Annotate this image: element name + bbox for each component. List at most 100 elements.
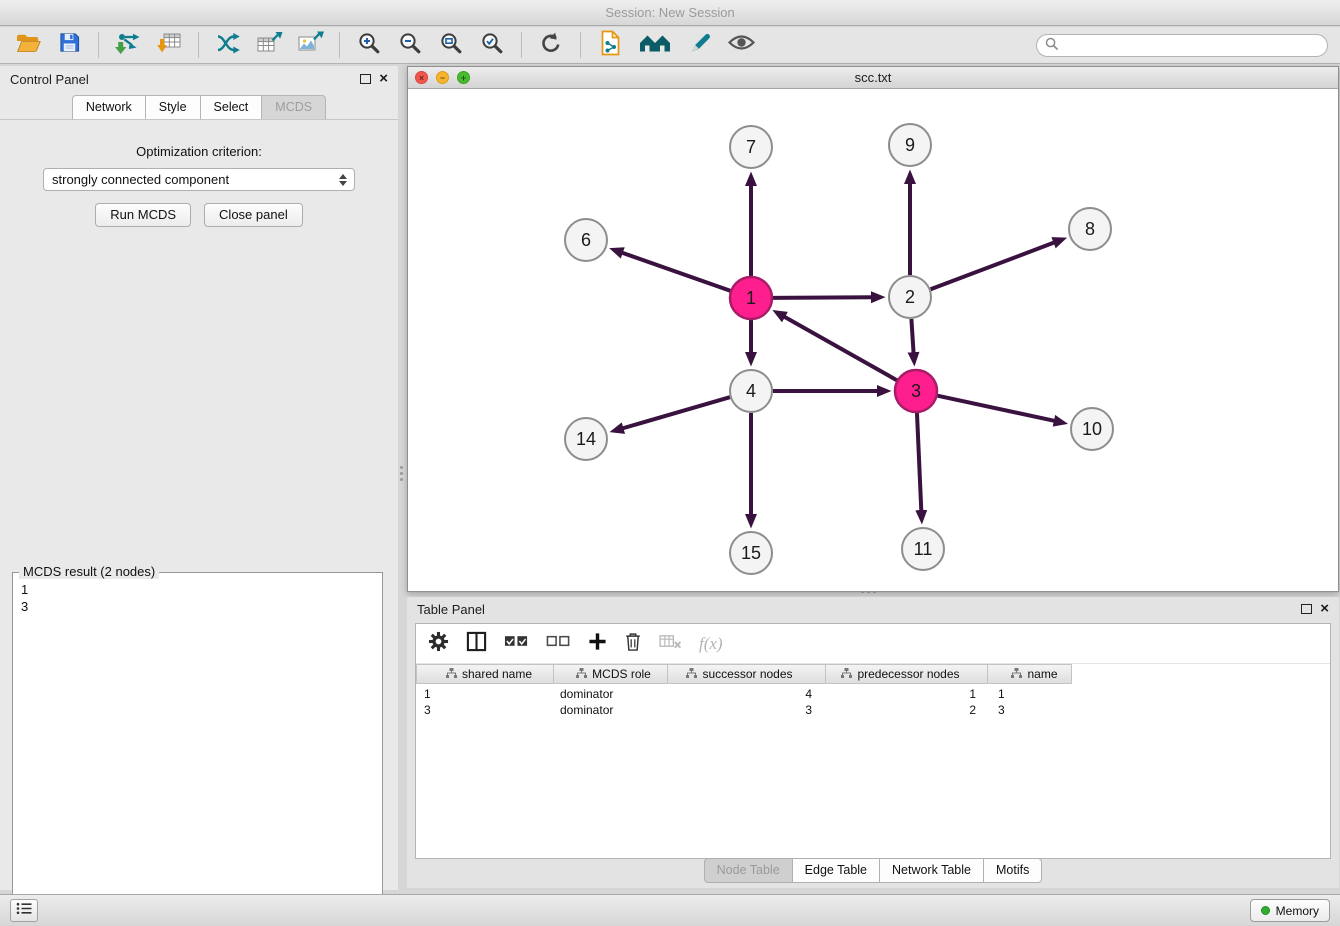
table-panel-title: Table Panel bbox=[417, 602, 1293, 617]
memory-button[interactable]: Memory bbox=[1250, 899, 1330, 922]
mcds-result-title: MCDS result (2 nodes) bbox=[19, 564, 159, 579]
tab-motifs[interactable]: Motifs bbox=[983, 858, 1042, 883]
column-header-predecessor-nodes[interactable]: predecessor nodes bbox=[826, 664, 988, 684]
table-row[interactable]: 3 dominator 3 2 3 bbox=[416, 703, 1330, 719]
cell-mcds-role: dominator bbox=[554, 687, 668, 703]
vertical-splitter-handle[interactable] bbox=[399, 460, 404, 486]
cell-predecessor-nodes: 2 bbox=[826, 703, 988, 719]
graph-edge-3-10[interactable] bbox=[938, 396, 1055, 421]
export-network-button[interactable] bbox=[212, 30, 244, 60]
table-panel-header: Table Panel × bbox=[407, 597, 1339, 621]
float-panel-icon[interactable] bbox=[360, 74, 371, 84]
open-session-button[interactable] bbox=[12, 30, 44, 60]
refresh-icon bbox=[539, 31, 563, 60]
refresh-button[interactable] bbox=[535, 30, 567, 60]
export-table-button[interactable] bbox=[253, 30, 285, 60]
paintbrush-icon bbox=[688, 31, 712, 60]
zoom-selected-button[interactable] bbox=[476, 30, 508, 60]
tab-select[interactable]: Select bbox=[200, 95, 263, 119]
function-builder-button: f(x) bbox=[699, 634, 723, 654]
export-image-button[interactable] bbox=[294, 30, 326, 60]
table-header-row: shared name MCDS role successor nodes pr… bbox=[416, 664, 1330, 684]
criterion-dropdown[interactable]: strongly connected component bbox=[43, 168, 355, 191]
column-header-shared-name[interactable]: shared name bbox=[416, 664, 554, 684]
tab-node-table[interactable]: Node Table bbox=[704, 858, 793, 883]
cell-shared-name: 3 bbox=[416, 703, 554, 719]
save-session-button[interactable] bbox=[53, 30, 85, 60]
show-columns-button[interactable] bbox=[466, 631, 487, 657]
table-toolbar: f(x) bbox=[416, 624, 1330, 664]
close-panel-icon[interactable]: × bbox=[379, 74, 388, 84]
column-type-icon bbox=[576, 667, 587, 681]
add-column-button[interactable] bbox=[588, 632, 607, 656]
table-settings-button[interactable] bbox=[428, 631, 449, 657]
float-table-panel-icon[interactable] bbox=[1301, 604, 1312, 614]
column-header-successor-nodes[interactable]: successor nodes bbox=[668, 664, 826, 684]
close-table-panel-icon[interactable]: × bbox=[1320, 604, 1329, 614]
graph-edge-1-6[interactable] bbox=[622, 253, 730, 291]
cell-name: 3 bbox=[988, 703, 1072, 719]
column-header-mcds-role[interactable]: MCDS role bbox=[554, 664, 668, 684]
toolbar-separator bbox=[580, 32, 581, 58]
dropdown-stepper-icon bbox=[336, 174, 350, 186]
network-canvas[interactable]: 7968124314101511 bbox=[408, 89, 1338, 591]
eye-button[interactable] bbox=[725, 30, 757, 60]
search-input[interactable] bbox=[1063, 39, 1319, 53]
run-mcds-button[interactable]: Run MCDS bbox=[95, 203, 191, 227]
graph-edge-3-1[interactable] bbox=[784, 317, 897, 381]
tab-network[interactable]: Network bbox=[72, 95, 146, 119]
zoom-selected-icon bbox=[480, 31, 504, 60]
control-panel-title: Control Panel bbox=[10, 72, 352, 87]
select-all-button[interactable] bbox=[504, 633, 529, 654]
graph-edge-2-8[interactable] bbox=[931, 242, 1055, 289]
network-window-titlebar: × − + scc.txt bbox=[408, 67, 1338, 89]
memory-status-icon bbox=[1261, 906, 1270, 915]
maximize-window-icon[interactable]: + bbox=[457, 71, 470, 84]
table-row[interactable]: 1 dominator 4 1 1 bbox=[416, 687, 1330, 703]
import-table-button[interactable] bbox=[153, 30, 185, 60]
houses-button[interactable] bbox=[635, 30, 675, 60]
status-menu-button[interactable] bbox=[10, 899, 38, 922]
mcds-result-line: 3 bbox=[21, 598, 374, 615]
network-graph-svg[interactable]: 7968124314101511 bbox=[408, 89, 1338, 591]
titlebar: Session: New Session bbox=[0, 0, 1340, 26]
search-box bbox=[1036, 34, 1328, 57]
control-panel-header: Control Panel × bbox=[0, 66, 398, 92]
zoom-fit-icon bbox=[439, 31, 463, 60]
control-panel: Control Panel × Network Style Select MCD… bbox=[0, 66, 398, 890]
zoom-fit-button[interactable] bbox=[435, 30, 467, 60]
delete-column-button[interactable] bbox=[624, 631, 642, 657]
deselect-all-button[interactable] bbox=[546, 633, 571, 654]
close-panel-button[interactable]: Close panel bbox=[204, 203, 303, 227]
minimize-window-icon[interactable]: − bbox=[436, 71, 449, 84]
graph-edge-3-11[interactable] bbox=[917, 413, 921, 511]
tab-network-table[interactable]: Network Table bbox=[879, 858, 984, 883]
columns-icon bbox=[466, 639, 487, 656]
list-icon bbox=[16, 902, 32, 920]
network-window-title: scc.txt bbox=[408, 70, 1338, 85]
close-window-icon[interactable]: × bbox=[415, 71, 428, 84]
column-header-name[interactable]: name bbox=[988, 664, 1072, 684]
delete-table-disabled-icon bbox=[659, 637, 682, 654]
zoom-out-button[interactable] bbox=[394, 30, 426, 60]
network-from-selection-button[interactable] bbox=[594, 30, 626, 60]
zoom-in-button[interactable] bbox=[353, 30, 385, 60]
tab-mcds[interactable]: MCDS bbox=[261, 95, 326, 119]
graph-node-label-9: 9 bbox=[905, 135, 915, 155]
mcds-result-list[interactable]: 1 3 bbox=[13, 573, 382, 623]
graph-edge-4-14[interactable] bbox=[622, 397, 729, 428]
plus-icon bbox=[588, 638, 607, 655]
control-panel-tabs: Network Style Select MCDS bbox=[0, 92, 398, 120]
network-view-window: × − + scc.txt 7968124314101511 bbox=[407, 66, 1339, 592]
memory-label: Memory bbox=[1276, 904, 1319, 918]
network-from-selection-icon bbox=[599, 30, 622, 61]
graph-edge-2-3[interactable] bbox=[911, 319, 913, 353]
import-network-button[interactable] bbox=[112, 30, 144, 60]
zoom-out-icon bbox=[398, 31, 422, 60]
tab-style[interactable]: Style bbox=[145, 95, 201, 119]
deselect-all-icon bbox=[546, 636, 571, 653]
graph-edge-1-2[interactable] bbox=[773, 297, 872, 298]
export-network-icon bbox=[215, 31, 241, 60]
paintbrush-button[interactable] bbox=[684, 30, 716, 60]
tab-edge-table[interactable]: Edge Table bbox=[792, 858, 880, 883]
